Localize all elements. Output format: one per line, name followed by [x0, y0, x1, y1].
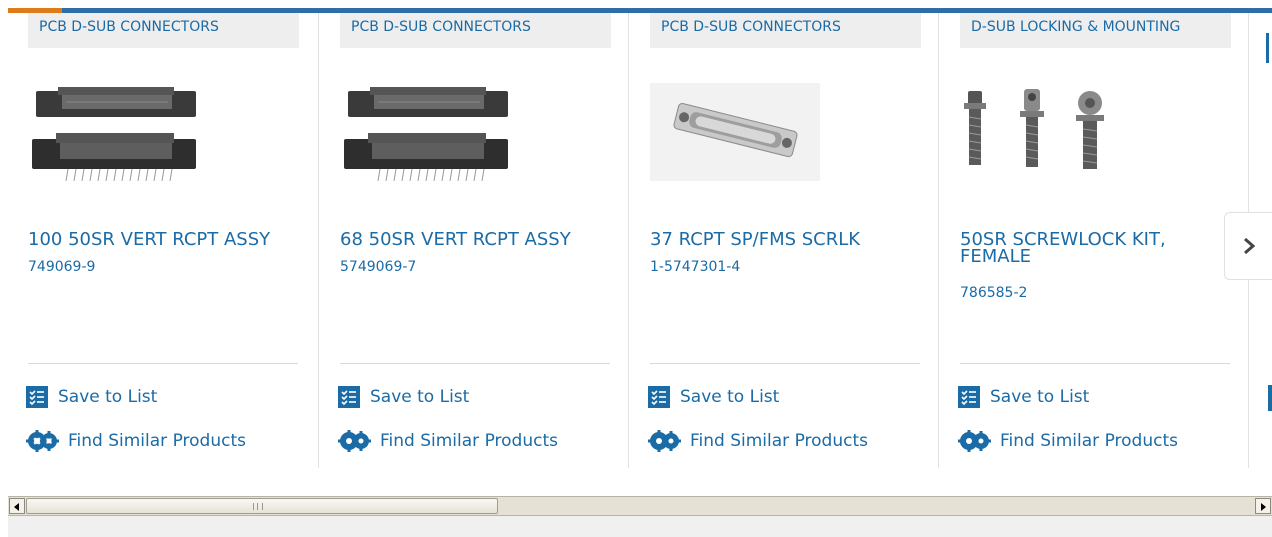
- scroll-left-button[interactable]: [9, 498, 25, 514]
- find-similar-button[interactable]: Find Similar Products: [958, 429, 1178, 453]
- window-bottom-strip: [8, 516, 1272, 537]
- save-to-list-label: Save to List: [990, 387, 1090, 407]
- checklist-icon: [338, 386, 360, 408]
- divider: [340, 363, 610, 364]
- checklist-icon: [26, 386, 48, 408]
- product-carousel: PCB D-SUB CONNECTORS 100 50SR VERT RCPT …: [8, 13, 1272, 496]
- checklist-icon: [958, 386, 980, 408]
- part-number-link[interactable]: 749069-9: [28, 259, 95, 275]
- partial-card-tag-edge: [1266, 33, 1269, 63]
- product-title-link[interactable]: 50SR SCREWLOCK KIT, FEMALE: [960, 231, 1230, 266]
- d-sub-receptacle-image[interactable]: [650, 83, 820, 181]
- find-similar-label: Find Similar Products: [380, 431, 558, 451]
- find-similar-button[interactable]: Find Similar Products: [26, 429, 246, 453]
- chevron-right-icon: [1243, 237, 1255, 255]
- product-card: PCB D-SUB CONNECTORS 68 50SR VERT RCPT A…: [320, 13, 611, 468]
- gears-icon: [958, 430, 991, 452]
- category-tag[interactable]: PCB D-SUB CONNECTORS: [650, 13, 921, 48]
- arrow-right-icon: [1261, 503, 1266, 511]
- category-tag[interactable]: D-SUB LOCKING & MOUNTING: [960, 13, 1231, 48]
- scrollbar-grip: [253, 503, 263, 510]
- find-similar-label: Find Similar Products: [1000, 431, 1178, 451]
- product-card: PCB D-SUB CONNECTORS 100 50SR VERT RCPT …: [8, 13, 299, 468]
- part-number-link[interactable]: 1-5747301-4: [650, 259, 740, 275]
- gears-icon: [338, 430, 371, 452]
- gears-icon: [26, 430, 59, 452]
- divider: [960, 363, 1230, 364]
- partial-card-icon-edge: [1268, 385, 1272, 411]
- category-tag[interactable]: PCB D-SUB CONNECTORS: [340, 13, 611, 48]
- find-similar-label: Find Similar Products: [690, 431, 868, 451]
- product-title-link[interactable]: 100 50SR VERT RCPT ASSY: [28, 231, 298, 249]
- divider: [650, 363, 920, 364]
- part-number-link[interactable]: 786585-2: [960, 285, 1027, 301]
- divider: [28, 363, 298, 364]
- save-to-list-button[interactable]: Save to List: [338, 385, 469, 409]
- card-separator: [318, 13, 319, 468]
- carousel-next-button[interactable]: [1224, 212, 1272, 280]
- arrow-left-icon: [14, 503, 19, 511]
- product-title-link[interactable]: 68 50SR VERT RCPT ASSY: [340, 231, 610, 249]
- find-similar-button[interactable]: Find Similar Products: [648, 429, 868, 453]
- save-to-list-label: Save to List: [680, 387, 780, 407]
- save-to-list-button[interactable]: Save to List: [26, 385, 157, 409]
- scrollbar-thumb[interactable]: [26, 498, 498, 514]
- d-sub-connector-pair-image[interactable]: [28, 83, 200, 183]
- category-tag[interactable]: PCB D-SUB CONNECTORS: [28, 13, 299, 48]
- horizontal-scrollbar[interactable]: [8, 496, 1272, 516]
- d-sub-connector-pair-image[interactable]: [340, 83, 512, 183]
- find-similar-button[interactable]: Find Similar Products: [338, 429, 558, 453]
- screwlock-kit-image[interactable]: [960, 83, 1132, 183]
- save-to-list-label: Save to List: [370, 387, 470, 407]
- scroll-right-button[interactable]: [1255, 498, 1271, 514]
- checklist-icon: [648, 386, 670, 408]
- product-title-link[interactable]: 37 RCPT SP/FMS SCRLK: [650, 231, 920, 249]
- find-similar-label: Find Similar Products: [68, 431, 246, 451]
- product-card: D-SUB LOCKING & MOUNTING 50SR SCREWLOCK …: [940, 13, 1231, 468]
- save-to-list-button[interactable]: Save to List: [648, 385, 779, 409]
- card-separator: [938, 13, 939, 468]
- part-number-link[interactable]: 5749069-7: [340, 259, 416, 275]
- gears-icon: [648, 430, 681, 452]
- product-card: PCB D-SUB CONNECTORS 37 RCPT SP/FMS SCRL…: [630, 13, 921, 468]
- save-to-list-button[interactable]: Save to List: [958, 385, 1089, 409]
- save-to-list-label: Save to List: [58, 387, 158, 407]
- card-separator: [628, 13, 629, 468]
